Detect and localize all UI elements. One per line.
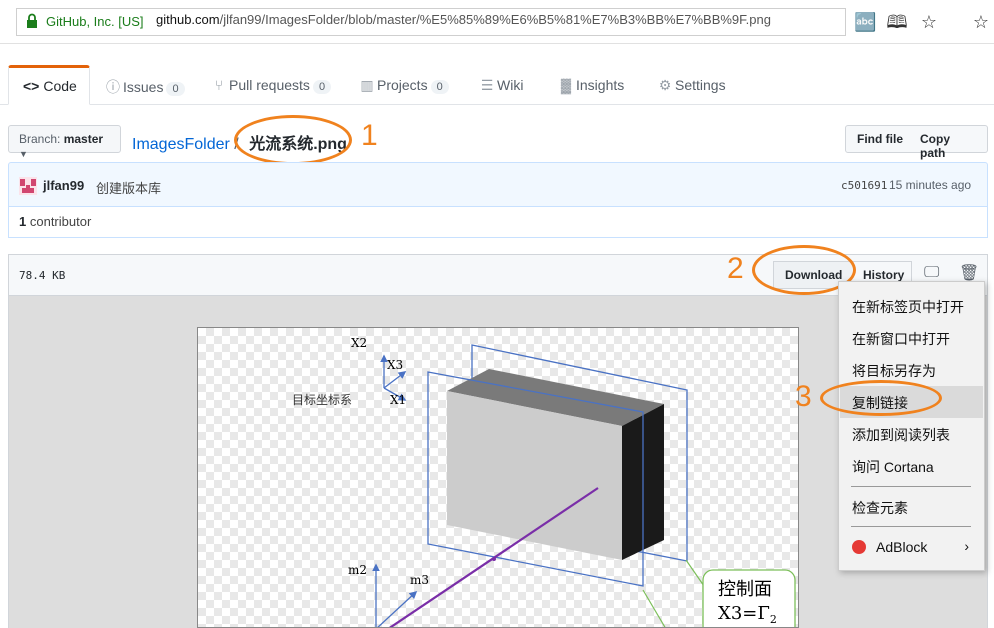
caret-down-icon: ▼ [19,149,28,159]
callout-leader-1 [685,559,705,587]
avatar[interactable] [19,177,37,195]
tab-settings[interactable]: ⚙ Settings [644,65,740,105]
issue-icon: ⓘ [106,79,120,95]
tab-label: Code [43,78,77,94]
gear-icon: ⚙ [658,77,672,93]
adblock-icon [852,540,866,554]
menu-item-label: AdBlock [876,539,928,555]
translate-icon[interactable]: 🔤 [854,11,876,33]
menu-item-adblock[interactable]: AdBlock › [840,532,983,564]
browser-address-bar: GitHub, Inc. [US] github.com/jlfan99/Ima… [0,0,994,44]
annotation-circle-3 [820,380,942,416]
label-m2: m2 [348,563,367,577]
code-icon: <> [23,78,40,94]
project-icon: ▥ [360,77,374,93]
graph-icon: ▓ [560,77,572,93]
copy-path-button[interactable]: Copy path [909,125,988,160]
chevron-right-icon: › [964,538,969,554]
repo-tabs: <> Code ⓘ Issues 0 ⑂ Pull requests 0 ▥ Project… [0,62,994,105]
latest-commit-box: jlfan99 创建版本库 c501691 15 minutes ago [8,162,988,207]
tab-label: Pull requests [229,77,310,93]
image-canvas: X2 X3 X1 目标坐标系 m2 m3 控制面 X3=Γ2 [197,327,799,628]
tab-pull-requests[interactable]: ⑂ Pull requests 0 [198,65,345,105]
annotation-circle-1 [234,115,352,165]
callout-formula: X3=Γ2 [718,603,777,626]
optical-flow-diagram: X2 X3 X1 目标坐标系 m2 m3 控制面 X3=Γ2 [292,336,796,627]
menu-item-inspect-element[interactable]: 检查元素 [840,491,983,523]
label-target-frame: 目标坐标系 [292,393,352,407]
menu-separator [851,486,971,487]
site-identity[interactable]: GitHub, Inc. [US] [46,14,144,29]
url-host: github.com [156,12,220,27]
menu-item-open-new-window[interactable]: 在新窗口中打开 [840,322,983,354]
callout-formula-subscript: 2 [770,613,777,626]
favorite-star-icon[interactable]: ☆ [918,11,940,33]
ray-intersection-point [492,557,496,561]
counter-badge: 0 [312,80,332,94]
contributor-count: 1 [19,214,27,229]
tab-label: Projects [377,77,428,93]
counter-badge: 0 [430,80,449,94]
callout-title: 控制面 [718,579,772,600]
tab-label: Settings [675,77,726,93]
tab-wiki[interactable]: ☰ Wiki [466,65,537,105]
label-x1: X1 [390,393,406,407]
context-menu: 在新标签页中打开 在新窗口中打开 将目标另存为 复制链接 添加到阅读列表 询问 … [838,281,985,571]
tab-insights[interactable]: ▓ Insights [545,65,638,105]
url-path: /jlfan99/ImagesFolder/blob/master/%E5%85… [219,12,771,27]
label-x3: X3 [387,358,403,372]
commit-message[interactable]: 创建版本库 [96,178,161,197]
lock-icon [27,13,37,28]
commit-time: 15 minutes ago [889,178,972,192]
favorites-hub-icon[interactable]: ☆ [970,11,992,33]
book-icon: ☰ [480,77,494,93]
annotation-number-2: 2 [727,252,744,285]
reading-view-icon[interactable]: 🕮 [886,11,908,33]
tab-issues[interactable]: ⓘ Issues 0 [92,65,199,105]
file-size: 78.4 KB [19,269,66,282]
label-x2: X2 [351,336,367,350]
menu-separator [851,526,971,527]
counter-badge: 0 [166,82,185,96]
menu-item-add-reading-list[interactable]: 添加到阅读列表 [840,418,983,450]
axis-arrow-x3 [383,371,407,389]
callout-leader-2 [642,589,666,627]
desktop-icon[interactable]: 🖵 [924,264,939,282]
commit-author[interactable]: jlfan99 [43,178,84,193]
trash-icon[interactable]: 🗑 [959,263,979,283]
callout-formula-main: X3=Γ [718,603,770,624]
url-text[interactable]: github.com/jlfan99/ImagesFolder/blob/mas… [156,12,771,27]
find-file-button[interactable]: Find file [845,125,915,153]
tab-label: Insights [576,77,625,93]
commit-sha[interactable]: c501691 [841,179,887,192]
annotation-number-3: 3 [795,380,812,413]
tab-code[interactable]: <> Code [8,65,90,105]
annotation-number-1: 1 [361,119,378,152]
label-m3: m3 [410,573,429,587]
branch-name: master [63,132,104,146]
menu-item-open-new-tab[interactable]: 在新标签页中打开 [840,290,983,322]
contributor-label: contributor [29,214,92,229]
branch-select[interactable]: Branch: master ▼ [8,125,121,159]
menu-item-ask-cortana[interactable]: 询问 Cortana [840,450,983,482]
pull-request-icon: ⑂ [214,77,224,93]
contributors-row[interactable]: 1 contributor [8,206,988,238]
tab-label: Wiki [497,77,524,93]
tab-label: Issues [123,79,164,95]
tab-projects[interactable]: ▥ Projects 0 [346,65,463,105]
breadcrumb-repo-link[interactable]: ImagesFolder [132,136,230,153]
branch-prefix: Branch: [19,132,61,146]
